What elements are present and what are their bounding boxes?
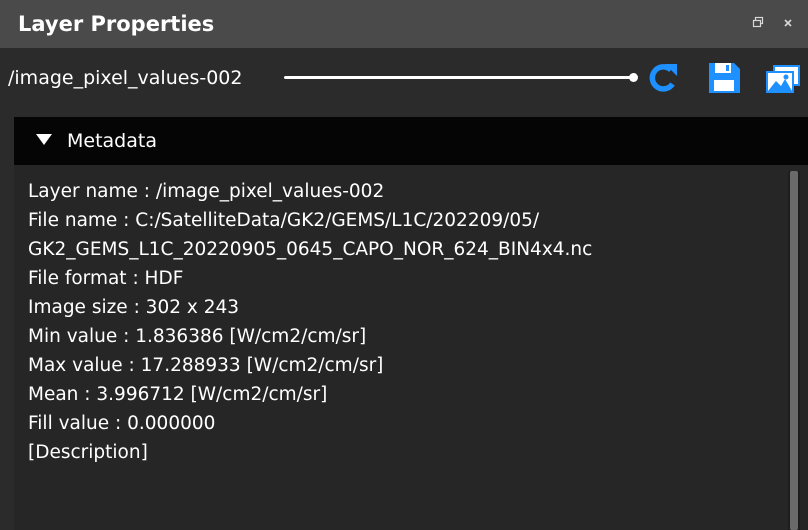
refresh-button[interactable]	[644, 60, 682, 96]
close-icon[interactable]	[779, 16, 797, 34]
metadata-line-layer-name: Layer name : /image_pixel_values-002	[28, 181, 385, 202]
layer-path-bar: /image_pixel_values-002	[0, 48, 808, 108]
metadata-section-header[interactable]: Metadata	[14, 117, 808, 165]
panel-title-bar: Layer Properties	[0, 0, 808, 48]
metadata-line-mean: Mean : 3.996712 [W/cm2/cm/sr]	[28, 384, 328, 405]
layer-path-label: /image_pixel_values-002	[8, 67, 243, 89]
metadata-line-file-format: File format : HDF	[28, 268, 184, 289]
image-icon	[766, 65, 800, 93]
save-button[interactable]	[705, 60, 743, 96]
metadata-line-image-size: Image size : 302 x 243	[28, 297, 240, 318]
metadata-text-area[interactable]: Layer name : /image_pixel_values-002 Fil…	[14, 165, 808, 530]
collapse-triangle-icon[interactable]	[36, 134, 52, 145]
path-line-end-dot	[629, 73, 638, 82]
metadata-line-file-name: File name : C:/SatelliteData/GK2/GEMS/L1…	[28, 210, 540, 231]
path-line-divider	[284, 76, 634, 79]
metadata-line-fill-value: Fill value : 0.000000	[28, 413, 216, 434]
metadata-line-min-value: Min value : 1.836386 [W/cm2/cm/sr]	[28, 326, 367, 347]
refresh-icon	[649, 64, 677, 92]
metadata-content: Layer name : /image_pixel_values-002 Fil…	[28, 177, 788, 467]
metadata-scrollbar[interactable]	[788, 171, 800, 530]
restore-window-icon[interactable]	[749, 16, 767, 34]
close-glyph	[784, 19, 792, 27]
metadata-line-description: [Description]	[28, 442, 148, 463]
scrollbar-thumb[interactable]	[790, 171, 798, 530]
export-image-button[interactable]	[764, 60, 802, 96]
restore-window-glyph	[752, 16, 764, 28]
metadata-line-file-name-cont: GK2_GEMS_L1C_20220905_0645_CAPO_NOR_624_…	[28, 239, 593, 260]
layer-properties-panel: Layer Properties /image_pixel_values-002	[0, 0, 808, 530]
panel-title: Layer Properties	[18, 12, 215, 36]
metadata-line-max-value: Max value : 17.288933 [W/cm2/cm/sr]	[28, 355, 384, 376]
metadata-header-label: Metadata	[67, 130, 157, 152]
save-icon	[709, 63, 740, 93]
